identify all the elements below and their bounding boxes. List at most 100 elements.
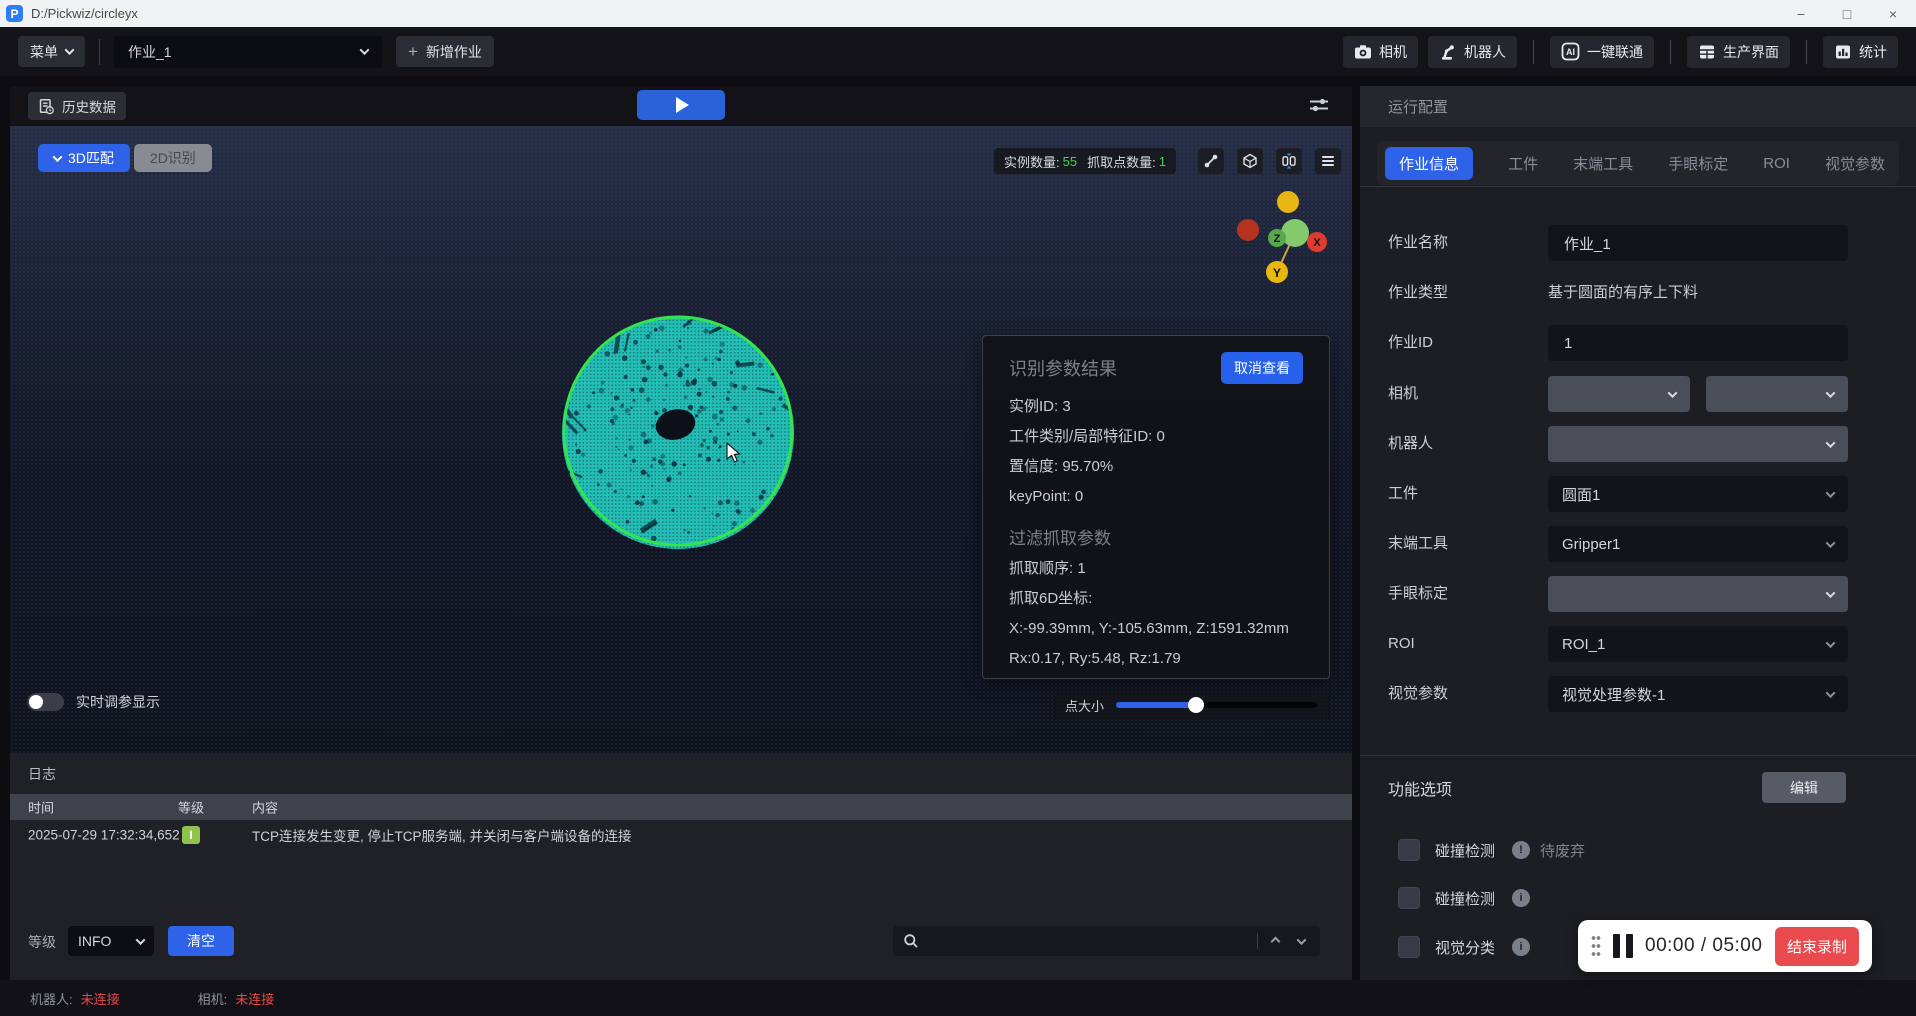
window-title: D:/Pickwiz/circleyx: [31, 6, 138, 21]
view-settings-button[interactable]: [1308, 96, 1330, 119]
job-name-input[interactable]: [1548, 225, 1848, 261]
warning-info-icon[interactable]: !: [1512, 841, 1530, 859]
robot-select[interactable]: [1548, 426, 1848, 462]
point-cloud-viewport[interactable]: 3D匹配 2D识别 实例数量:55 抓取点数量:1: [10, 126, 1352, 753]
camera-icon: [1354, 43, 1372, 61]
slider-knob[interactable]: [1188, 697, 1204, 713]
stats-label: 统计: [1859, 42, 1887, 62]
tab-workpiece[interactable]: 工件: [1508, 153, 1538, 174]
log-search-input[interactable]: [927, 934, 1249, 949]
chevron-down-icon: [65, 45, 75, 55]
tab-roi[interactable]: ROI: [1763, 155, 1790, 172]
tab-vision-params[interactable]: 视觉参数: [1825, 153, 1891, 174]
screen-recorder-bar: 00:00 / 05:00 结束录制: [1578, 920, 1872, 972]
grasp-point-count-label: 抓取点数量:: [1087, 152, 1156, 171]
info-icon[interactable]: i: [1512, 938, 1530, 956]
popup-title: 识别参数结果: [1009, 355, 1117, 381]
roi-select[interactable]: ROI_1: [1548, 626, 1848, 662]
collision-detect-checkbox-2[interactable]: [1398, 887, 1420, 909]
workpiece-select[interactable]: 圆面1: [1548, 476, 1848, 512]
hand-eye-select[interactable]: [1548, 576, 1848, 612]
add-job-button[interactable]: + 新增作业: [396, 36, 494, 67]
log-row[interactable]: 2025-07-29 17:32:34,652 I TCP连接发生变更, 停止T…: [10, 820, 1352, 850]
camera-label: 相机: [1379, 42, 1407, 62]
instance-id-text: 实例ID: 3: [1009, 392, 1303, 422]
job-name-label: 作业名称: [1388, 225, 1448, 261]
one-key-connect-button[interactable]: AI 一键联通: [1550, 36, 1654, 68]
measure-tool-button[interactable]: [1198, 148, 1224, 174]
search-prev-button[interactable]: [1266, 938, 1284, 945]
camera-select-2[interactable]: [1706, 376, 1848, 412]
search-icon: [903, 933, 919, 949]
drag-handle-icon[interactable]: [1591, 934, 1601, 958]
camera-status-label: 相机:: [198, 989, 228, 1008]
cancel-view-button[interactable]: 取消查看: [1221, 352, 1303, 384]
log-level-value: INFO: [78, 933, 111, 949]
realtime-tuning-toggle[interactable]: [27, 693, 64, 711]
svg-text:Z: Z: [1274, 233, 1281, 245]
status-bar: 机器人: 未连接 相机: 未连接: [0, 980, 1916, 1016]
chevron-down-icon: [1668, 388, 1678, 398]
vision-params-select[interactable]: 视觉处理参数-1: [1548, 676, 1848, 712]
instance-count-value: 55: [1063, 154, 1077, 169]
chevron-down-icon: [360, 45, 370, 55]
log-level-select[interactable]: INFO: [68, 926, 154, 956]
camera-select-1[interactable]: [1548, 376, 1690, 412]
tab-3d-match[interactable]: 3D匹配: [38, 144, 130, 172]
tab-end-tool[interactable]: 末端工具: [1573, 153, 1633, 174]
run-config-panel: 运行配置 作业信息 工件 末端工具 手眼标定 ROI 视觉参数 作业名称 作业类…: [1360, 86, 1916, 980]
tab-hand-eye-calibration[interactable]: 手眼标定: [1668, 153, 1728, 174]
job-id-input[interactable]: [1548, 325, 1848, 361]
end-tool-select[interactable]: Gripper1: [1548, 526, 1848, 562]
split-view-button[interactable]: [1276, 148, 1302, 174]
close-button[interactable]: ×: [1870, 0, 1916, 27]
roi-select-value: ROI_1: [1562, 636, 1605, 653]
tab-job-info[interactable]: 作业信息: [1385, 147, 1473, 180]
vision-classify-checkbox[interactable]: [1398, 936, 1420, 958]
search-next-button[interactable]: [1292, 938, 1310, 945]
tab-2d-recognition[interactable]: 2D识别: [134, 144, 212, 172]
minimize-button[interactable]: −: [1778, 0, 1824, 27]
production-ui-button[interactable]: 生产界面: [1687, 36, 1790, 68]
info-icon[interactable]: i: [1512, 889, 1530, 907]
view-3d-reset-button[interactable]: [1237, 148, 1263, 174]
toggle-knob: [29, 695, 43, 709]
menu-button[interactable]: 菜单: [18, 36, 85, 67]
robot-status-label: 机器人:: [30, 989, 73, 1008]
robot-button[interactable]: 机器人: [1428, 36, 1517, 68]
stats-button[interactable]: 统计: [1823, 36, 1898, 68]
log-search-box: [893, 926, 1320, 956]
point-size-slider[interactable]: [1116, 702, 1317, 708]
workspace-panel: 历史数据 3D匹配 2D识别 实例数量:55 抓取点数量:1: [10, 86, 1352, 980]
checkbox-row-collision-2: 碰撞检测 i: [1360, 884, 1916, 912]
field-row-robot: 机器人: [1360, 426, 1916, 462]
hamburger-menu-icon: [1320, 153, 1336, 169]
sliders-icon: [1308, 96, 1330, 114]
log-level-badge: I: [182, 826, 200, 844]
collision-detect-checkbox-1[interactable]: [1398, 839, 1420, 861]
chevron-down-icon: [1826, 538, 1836, 548]
history-data-button[interactable]: 历史数据: [28, 92, 126, 120]
camera-button[interactable]: 相机: [1343, 36, 1418, 68]
play-button[interactable]: [637, 90, 725, 120]
log-col-time: 时间: [28, 798, 54, 817]
job-id-label: 作业ID: [1388, 325, 1433, 361]
job-select[interactable]: 作业_1: [114, 36, 382, 68]
run-config-title: 运行配置: [1388, 96, 1448, 117]
bar-chart-icon: [1834, 43, 1852, 61]
title-bar: P D:/Pickwiz/circleyx − □ ×: [0, 0, 1916, 27]
stop-recording-button[interactable]: 结束录制: [1775, 927, 1859, 966]
point-cloud-workpiece[interactable]: [553, 308, 803, 558]
viewport-menu-button[interactable]: [1315, 148, 1341, 174]
edit-options-button[interactable]: 编辑: [1762, 772, 1846, 803]
pause-recording-button[interactable]: [1613, 934, 1633, 958]
axis-origin-handle: [1281, 219, 1309, 247]
axis-orientation-gizmo[interactable]: Z X Y: [1230, 186, 1340, 296]
clear-log-button[interactable]: 清空: [168, 926, 234, 956]
field-row-vision-params: 视觉参数 视觉处理参数-1: [1360, 676, 1916, 712]
chevron-down-icon: [1826, 688, 1836, 698]
instance-stats-badge: 实例数量:55 抓取点数量:1: [994, 148, 1176, 174]
menu-label: 菜单: [30, 42, 58, 62]
maximize-button[interactable]: □: [1824, 0, 1870, 27]
hand-eye-field-label: 手眼标定: [1388, 576, 1448, 612]
